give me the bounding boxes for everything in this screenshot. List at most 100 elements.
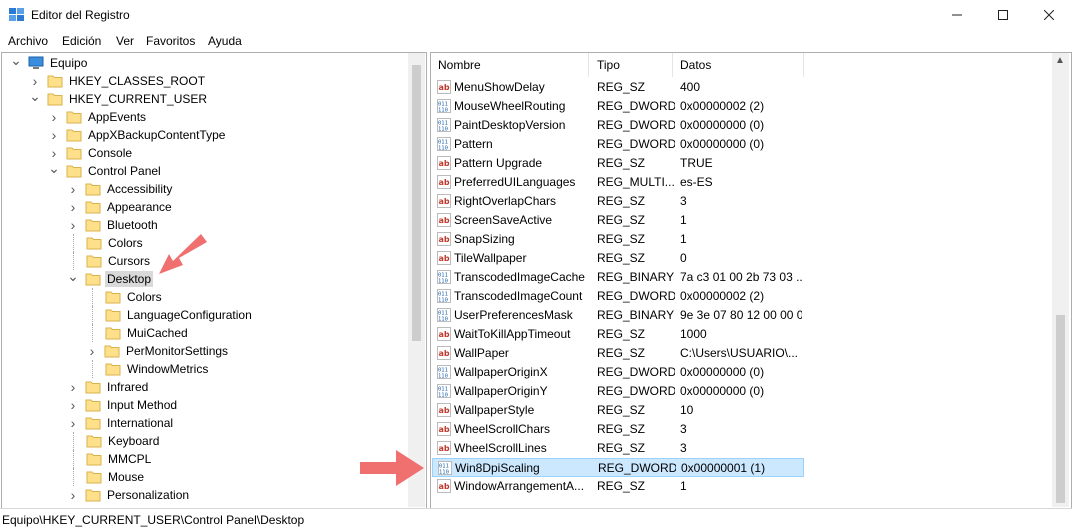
chevron-right-icon[interactable]: › — [67, 181, 79, 197]
tree-item[interactable]: › Personalization — [67, 486, 191, 504]
tree-item[interactable]: WindowMetrics — [86, 360, 210, 378]
tree-item[interactable]: › Bluetooth — [67, 216, 160, 234]
value-type: REG_DWORD — [597, 99, 675, 113]
tree-item[interactable]: Cursors — [67, 252, 152, 270]
value-row[interactable]: 011 110 MouseWheelRouting REG_DWORD 0x000000… — [432, 97, 804, 116]
tree-item[interactable]: › AppXBackupContentType — [48, 126, 227, 144]
close-button[interactable] — [1026, 0, 1072, 30]
column-header-datos[interactable]: Datos — [673, 53, 804, 77]
tree-item[interactable]: ⌄ Equipo — [10, 53, 89, 72]
list-scrollbar-thumb[interactable] — [1056, 315, 1065, 503]
tree-item[interactable]: › HKEY_CLASSES_ROOT — [29, 72, 207, 90]
tree-scrollbar[interactable] — [408, 53, 425, 507]
value-row[interactable]: ab RightOverlapChars REG_SZ 3 — [432, 192, 804, 211]
tree-item[interactable]: MMCPL — [67, 450, 153, 468]
value-row[interactable]: ab WallPaper REG_SZ C:\Users\USUARIO\... — [432, 344, 804, 363]
column-header-tipo[interactable]: Tipo — [590, 53, 673, 77]
menu-favoritos[interactable]: Favoritos — [146, 34, 195, 48]
value-row[interactable]: ab WallpaperStyle REG_SZ 10 — [432, 401, 804, 420]
value-row[interactable]: ab WheelScrollChars REG_SZ 3 — [432, 420, 804, 439]
chevron-right-icon[interactable]: › — [48, 109, 60, 125]
maximize-button[interactable] — [980, 0, 1026, 30]
chevron-right-icon[interactable]: › — [67, 199, 79, 215]
key-tree[interactable]: ⌄ Equipo › HKEY_CLASSES_ROOT ⌄ HKEY_CURRENT_U… — [1, 52, 427, 510]
tree-item[interactable]: › Accessibility — [67, 180, 174, 198]
value-row[interactable]: 011 110 UserPreferencesMask REG_BINARY 9e 3e… — [432, 306, 804, 325]
tree-item[interactable]: › International — [67, 414, 175, 432]
folder-icon — [66, 164, 82, 178]
tree-item-label: Desktop — [105, 271, 154, 287]
chevron-right-icon[interactable]: › — [48, 127, 60, 143]
value-row[interactable]: 011 110 TranscodedImageCache REG_BINARY 7a c… — [432, 268, 804, 287]
chevron-down-icon[interactable]: ⌄ — [10, 53, 22, 69]
value-row[interactable]: ab TileWallpaper REG_SZ 0 — [432, 249, 804, 268]
values-list[interactable]: Nombre Tipo Datos ab MenuShowDelay REG_SZ 4… — [430, 52, 1072, 510]
tree-item[interactable]: › AppEvents — [48, 108, 148, 126]
chevron-right-icon[interactable]: › — [86, 343, 98, 359]
value-row[interactable]: ab MenuShowDelay REG_SZ 400 — [432, 78, 804, 97]
value-name: WallpaperOriginX — [454, 365, 548, 379]
tree-item[interactable]: Colors — [67, 234, 145, 252]
chevron-down-icon[interactable]: ⌄ — [29, 88, 41, 105]
binary-value-icon: 011 110 — [437, 137, 451, 152]
value-type: REG_SZ — [597, 251, 646, 265]
menu-ayuda[interactable]: Ayuda — [208, 34, 242, 48]
menu-archivo[interactable]: Archivo — [8, 34, 48, 48]
tree-item[interactable]: MuiCached — [86, 324, 190, 342]
tree-item-label: HKEY_CURRENT_USER — [69, 92, 208, 106]
menu-ver[interactable]: Ver — [116, 34, 134, 48]
folder-icon — [85, 182, 101, 196]
value-row[interactable]: ab WaitToKillAppTimeout REG_SZ 1000 — [432, 325, 804, 344]
chevron-right-icon[interactable]: › — [67, 397, 79, 413]
value-data: 0x00000000 (0) — [680, 118, 765, 132]
tree-item[interactable]: Keyboard — [67, 432, 161, 450]
tree-scrollbar-thumb[interactable] — [412, 65, 421, 341]
column-header-nombre[interactable]: Nombre — [431, 53, 589, 77]
value-data: C:\Users\USUARIO\... — [680, 346, 799, 360]
tree-item[interactable]: › Appearance — [67, 198, 174, 216]
list-scrollbar[interactable]: ▲ — [1052, 53, 1069, 507]
chevron-right-icon[interactable]: › — [67, 415, 79, 431]
tree-item-label: AppEvents — [88, 110, 147, 124]
value-row[interactable]: ab WheelScrollLines REG_SZ 3 — [432, 439, 804, 458]
value-row[interactable]: 011 110 WallpaperOriginY REG_DWORD 0x0000000… — [432, 382, 804, 401]
tree-item-label: Cursors — [108, 254, 151, 268]
tree-item[interactable]: ⌄ Desktop — [67, 268, 154, 288]
tree-item[interactable]: LanguageConfiguration — [86, 306, 254, 324]
tree-item[interactable]: › PerMonitorSettings — [86, 342, 230, 360]
tree-item[interactable]: ⌄ Control Panel — [48, 160, 163, 180]
tree-item[interactable]: › Console — [48, 144, 134, 162]
value-row[interactable]: ab WindowArrangementA... REG_SZ 1 — [432, 477, 804, 496]
value-type: REG_SZ — [597, 403, 646, 417]
value-name: SnapSizing — [454, 232, 515, 246]
value-row[interactable]: ab SnapSizing REG_SZ 1 — [432, 230, 804, 249]
value-row[interactable]: ab PreferredUILanguages REG_MULTI... es-ES — [432, 173, 804, 192]
chevron-down-icon[interactable]: ⌄ — [67, 268, 79, 285]
menu-edicion[interactable]: Edición — [62, 34, 101, 48]
value-row[interactable]: ab ScreenSaveActive REG_SZ 1 — [432, 211, 804, 230]
scroll-up-icon[interactable]: ▲ — [1055, 55, 1065, 66]
value-data: 1000 — [680, 327, 707, 341]
chevron-right-icon[interactable]: › — [67, 217, 79, 233]
tree-item[interactable]: Mouse — [67, 468, 146, 486]
tree-item-label: Mouse — [108, 470, 145, 484]
value-row[interactable]: 011 110 WallpaperOriginX REG_DWORD 0x0000000… — [432, 363, 804, 382]
column-label: Tipo — [597, 58, 620, 72]
minimize-button[interactable] — [934, 0, 980, 30]
tree-item[interactable]: › Input Method — [67, 396, 179, 414]
value-row[interactable]: 011 110 Win8DpiScaling REG_DWORD 0x00000001 … — [432, 458, 804, 477]
value-row[interactable]: ab Pattern Upgrade REG_SZ TRUE — [432, 154, 804, 173]
chevron-down-icon[interactable]: ⌄ — [48, 160, 60, 177]
value-row[interactable]: 011 110 PaintDesktopVersion REG_DWORD 0x0000… — [432, 116, 804, 135]
value-row[interactable]: 011 110 Pattern REG_DWORD 0x00000000 (0) — [432, 135, 804, 154]
tree-item[interactable]: Colors — [86, 288, 164, 306]
tree-item[interactable]: › Infrared — [67, 378, 150, 396]
value-data: 0x00000000 (0) — [680, 365, 765, 379]
annotation-arrow-icon — [159, 234, 207, 274]
tree-item[interactable]: ⌄ HKEY_CURRENT_USER — [29, 88, 209, 108]
value-row[interactable]: 011 110 TranscodedImageCount REG_DWORD 0x000… — [432, 287, 804, 306]
menu-bar: Archivo Edición Ver Favoritos Ayuda — [0, 31, 1072, 51]
chevron-right-icon[interactable]: › — [67, 487, 79, 503]
chevron-right-icon[interactable]: › — [67, 379, 79, 395]
value-type: REG_DWORD — [598, 461, 676, 475]
